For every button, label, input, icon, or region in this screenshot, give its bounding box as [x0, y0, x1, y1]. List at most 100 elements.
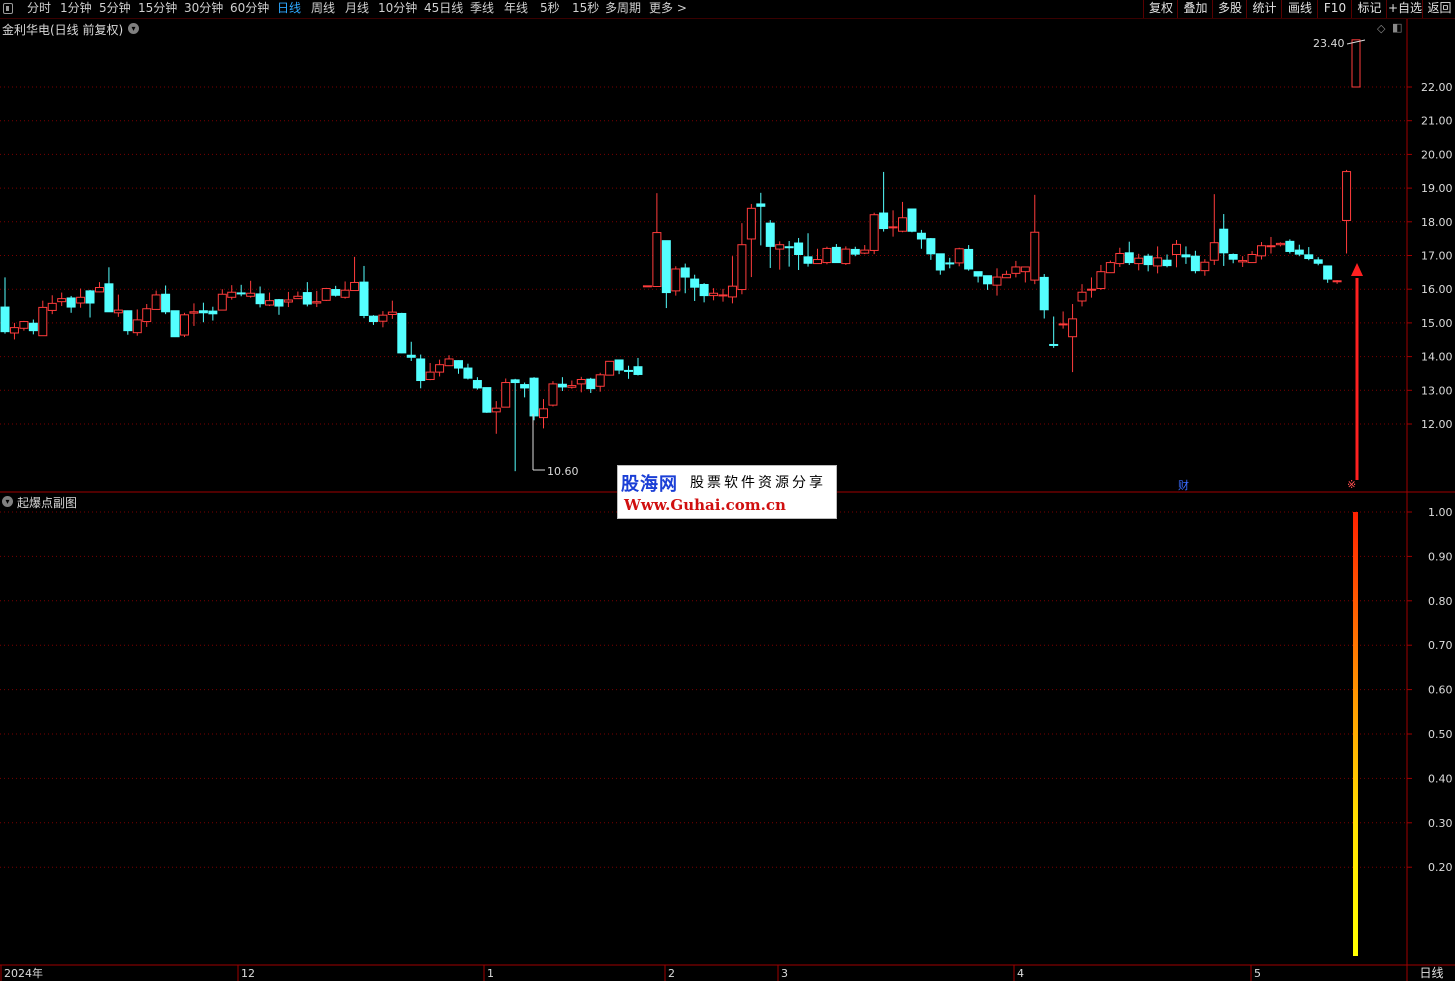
- candle-7: [66, 295, 76, 313]
- x-label-6: 5: [1254, 967, 1261, 980]
- candle-102: [964, 245, 974, 271]
- candle-78: [737, 223, 747, 295]
- sub-y-label-2: 0.80: [1428, 595, 1453, 608]
- signal-arrow-head: [1351, 263, 1363, 276]
- candle-95: [898, 201, 908, 233]
- main-y-label-4: 18.00: [1421, 216, 1453, 229]
- watermark-tagline: 股票软件资源分享: [690, 475, 826, 491]
- candle-111: [1049, 316, 1059, 348]
- candle-22: [208, 306, 218, 321]
- candle-132: [1247, 251, 1257, 264]
- candle-79: [746, 203, 756, 278]
- candle-75: [709, 288, 719, 301]
- candle-44: [416, 354, 426, 389]
- diamond-icon[interactable]: ◇: [1377, 22, 1385, 35]
- candle-68: [642, 285, 652, 288]
- main-y-label-6: 16.00: [1421, 283, 1453, 296]
- finance-marker-icon[interactable]: 财: [1178, 477, 1189, 493]
- candle-93: [879, 171, 889, 232]
- sub-chart-dropdown-icon[interactable]: ▾: [2, 496, 13, 507]
- signal-bar: [1353, 512, 1358, 956]
- candle-63: [595, 372, 605, 392]
- candle-136: [1285, 239, 1295, 254]
- candle-126: [1190, 250, 1200, 274]
- candle-14: [132, 309, 142, 336]
- candle-12: [113, 294, 123, 317]
- sub-y-label-0: 1.00: [1428, 506, 1453, 519]
- x-label-0: 2024年: [4, 966, 43, 980]
- candle-80: [756, 192, 766, 246]
- candle-11: [104, 267, 114, 313]
- candle-101: [954, 247, 964, 267]
- candle-140: [1323, 265, 1333, 283]
- candle-90: [850, 246, 860, 257]
- candle-97: [916, 229, 926, 249]
- candle-43: [406, 341, 416, 361]
- candle-19: [180, 312, 190, 338]
- candle-45: [425, 363, 435, 381]
- main-y-label-9: 13.00: [1421, 384, 1453, 397]
- main-y-label-3: 19.00: [1421, 182, 1453, 195]
- candle-130: [1228, 253, 1238, 264]
- signal-marker-icon[interactable]: ※: [1347, 478, 1356, 491]
- candle-105: [992, 268, 1002, 296]
- title-dropdown-icon[interactable]: ▾: [128, 23, 139, 34]
- candle-133: [1257, 242, 1267, 260]
- candle-141: [1332, 280, 1342, 284]
- candle-69: [652, 193, 662, 288]
- candle-92: [869, 212, 879, 255]
- candle-3: [28, 319, 38, 335]
- candle-104: [983, 275, 993, 290]
- candle-31: [293, 291, 303, 300]
- sub-y-label-8: 0.20: [1428, 861, 1453, 874]
- x-label-1: 12: [241, 967, 255, 980]
- candle-124: [1171, 239, 1181, 268]
- candle-83: [784, 241, 794, 267]
- candle-33: [312, 290, 322, 308]
- watermark-brand: 股海网: [621, 474, 678, 495]
- candle-2: [19, 320, 29, 331]
- candle-71: [671, 266, 681, 296]
- main-y-label-1: 21.00: [1421, 115, 1453, 128]
- candle-56: [529, 377, 539, 421]
- sub-y-label-4: 0.60: [1428, 684, 1453, 697]
- candle-99: [935, 253, 945, 275]
- candle-24: [227, 285, 237, 300]
- candle-103: [973, 271, 983, 283]
- candle-49: [463, 363, 473, 380]
- candle-100: [945, 257, 955, 269]
- candle-32: [302, 282, 312, 307]
- candle-42: [397, 312, 407, 354]
- candle-113: [1068, 304, 1078, 373]
- candle-123: [1162, 254, 1172, 268]
- candle-4: [38, 300, 48, 337]
- main-y-label-7: 15.00: [1421, 317, 1453, 330]
- candle-60: [567, 380, 577, 389]
- candle-41: [387, 300, 397, 319]
- candle-50: [472, 377, 482, 390]
- candle-25: [236, 284, 246, 297]
- candle-54: [510, 378, 520, 472]
- candle-5: [47, 295, 57, 315]
- candle-17: [161, 285, 171, 315]
- candle-65: [614, 359, 624, 375]
- period-indicator[interactable]: 日线: [1408, 966, 1455, 981]
- candle-137: [1294, 244, 1304, 257]
- candle-84: [794, 237, 804, 270]
- candle-134: [1266, 236, 1276, 254]
- sub-y-label-3: 0.70: [1428, 639, 1453, 652]
- candle-139: [1313, 257, 1323, 266]
- candle-28: [265, 292, 275, 307]
- candle-66: [624, 365, 634, 379]
- candle-109: [1030, 194, 1040, 285]
- main-y-label-5: 17.00: [1421, 250, 1453, 263]
- x-label-5: 4: [1017, 967, 1024, 980]
- candle-120: [1134, 253, 1144, 271]
- candle-115: [1086, 277, 1096, 298]
- candle-18: [170, 310, 180, 338]
- layout-toggle-icon[interactable]: ◧: [1392, 21, 1402, 34]
- candle-125: [1181, 246, 1191, 264]
- candle-62: [586, 377, 596, 393]
- candle-81: [765, 220, 775, 268]
- candle-6: [57, 292, 67, 307]
